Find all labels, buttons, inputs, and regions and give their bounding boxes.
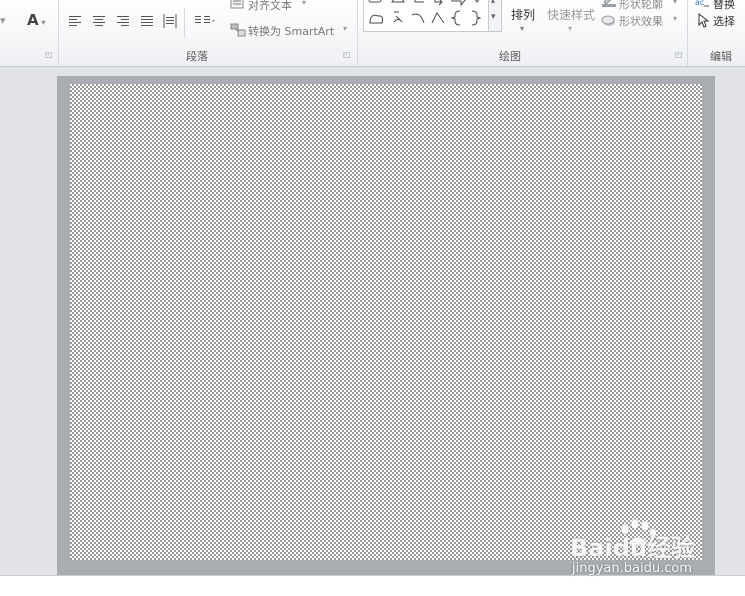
replace-label: 替换 bbox=[713, 0, 735, 11]
arc-shape-icon bbox=[411, 13, 425, 24]
align-text-icon bbox=[230, 0, 244, 9]
font-color-icon: A bbox=[27, 11, 39, 29]
smartart-icon bbox=[230, 23, 246, 37]
group-label-drawing: 绘图 bbox=[499, 50, 521, 63]
inner-separator bbox=[184, 8, 185, 38]
drawing-dialog-launcher-icon[interactable]: ◰ bbox=[675, 50, 683, 59]
elbow-connector-shape-icon bbox=[414, 0, 424, 3]
pencil-outline-icon bbox=[602, 0, 616, 7]
star-shape-icon bbox=[474, 0, 480, 3]
gallery-scrollbar[interactable]: ▴ ▾ bbox=[488, 0, 501, 31]
quick-styles-dropdown-icon: ▾ bbox=[568, 24, 573, 33]
shapes-gallery[interactable]: ▴ ▾ bbox=[363, 0, 502, 32]
group-separator bbox=[58, 0, 59, 66]
convert-smartart-label: 转换为 SmartArt bbox=[248, 25, 335, 38]
ribbon: ▾ A ▾ ◰ 对齐文本 ▾ 转换为 SmartArt ▾ 段落 ◰ ▴ ▾ 排… bbox=[0, 0, 745, 67]
right-brace-shape-icon bbox=[471, 10, 482, 26]
freeform-shape-icon bbox=[393, 11, 403, 23]
watermark-url: jingyan.baidu.com bbox=[572, 561, 692, 576]
font-size-dropdown-edge[interactable]: ▾ bbox=[0, 14, 6, 27]
smartart-dropdown-icon: ▾ bbox=[343, 24, 348, 33]
paragraph-dialog-launcher-icon[interactable]: ◰ bbox=[343, 50, 351, 59]
status-bar bbox=[0, 575, 745, 596]
triangle-shape-icon bbox=[391, 0, 405, 3]
align-left-icon[interactable] bbox=[67, 14, 83, 28]
align-text-label: 对齐文本 bbox=[248, 0, 292, 12]
quick-styles-label: 快速样式 bbox=[547, 8, 596, 22]
shapes-gallery-icons bbox=[368, 0, 482, 26]
group-separator bbox=[357, 0, 358, 66]
group-label-editing: 编辑 bbox=[710, 50, 732, 63]
columns-icon[interactable] bbox=[194, 14, 216, 28]
align-text-dropdown-icon: ▾ bbox=[302, 0, 307, 7]
curve-shape-icon bbox=[431, 12, 445, 24]
align-right-icon[interactable] bbox=[115, 14, 131, 28]
slide-frame bbox=[57, 76, 715, 575]
shape-outline-dropdown-icon: ▾ bbox=[673, 0, 678, 6]
slide-canvas[interactable] bbox=[70, 84, 702, 560]
watermark-logo: Baidu经验 bbox=[570, 534, 695, 562]
select-label: 选择 bbox=[713, 15, 735, 28]
elbow-arrow-shape-icon bbox=[434, 0, 443, 6]
arrange-dropdown-icon: ▾ bbox=[520, 24, 525, 33]
rounded-rect-shape-icon bbox=[368, 0, 382, 3]
font-dialog-launcher-icon[interactable]: ◰ bbox=[45, 50, 53, 59]
arrange-label: 排列 bbox=[511, 8, 536, 22]
align-center-icon[interactable] bbox=[91, 14, 107, 28]
shape-effects-label: 形状效果 bbox=[619, 15, 663, 28]
justify-icon[interactable] bbox=[139, 14, 155, 28]
left-brace-shape-icon bbox=[450, 10, 461, 26]
cloud-shape-icon bbox=[369, 14, 383, 24]
shape-outline-label: 形状轮廓 bbox=[619, 0, 663, 11]
shape-effects-dropdown-icon: ▾ bbox=[673, 14, 678, 23]
svg-text:ac: ac bbox=[695, 0, 704, 7]
right-arrow-shape-icon bbox=[451, 0, 466, 7]
gallery-more-icon[interactable]: ▾ bbox=[491, 12, 496, 22]
slide-editing-area[interactable] bbox=[0, 67, 745, 575]
shape-effects-icon bbox=[601, 15, 615, 26]
gallery-up-icon[interactable]: ▴ bbox=[491, 0, 495, 5]
group-separator bbox=[687, 0, 688, 66]
distribute-icon[interactable] bbox=[162, 13, 178, 29]
font-color-button[interactable]: A ▾ bbox=[27, 11, 45, 29]
replace-icon: ac bbox=[695, 0, 709, 7]
group-label-paragraph: 段落 bbox=[186, 50, 208, 63]
cursor-icon bbox=[698, 13, 709, 28]
